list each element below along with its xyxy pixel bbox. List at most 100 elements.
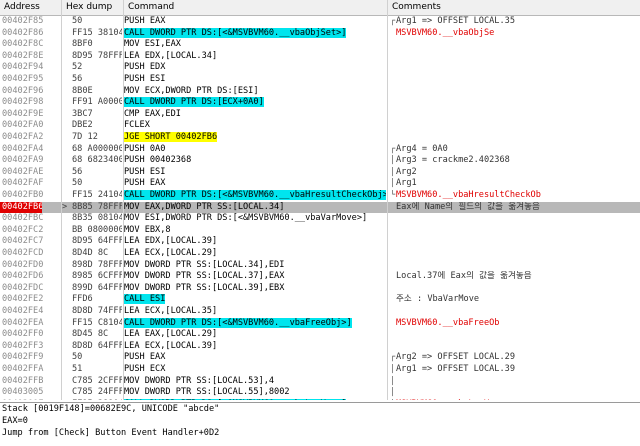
instruction-row[interactable]: 00402FDC 899D 64FFFFFFMOV DWORD PTR SS:[L… xyxy=(0,283,640,295)
hex-dump-cell[interactable]: 898D 78FFFFFF xyxy=(72,260,122,272)
hex-dump-cell[interactable]: FF15 38104000 xyxy=(72,28,122,40)
address-cell[interactable]: 00402FDC xyxy=(2,283,60,295)
instruction-row[interactable]: 00402F94 52 PUSH EDX xyxy=(0,62,640,74)
command-cell[interactable]: LEA EAX,[LOCAL.29] xyxy=(124,329,386,341)
instruction-row[interactable]: 00402F8E 8D95 78FFFFFFLEA EDX,[LOCAL.34] xyxy=(0,51,640,63)
hex-dump-cell[interactable]: C785 24FFFFFF xyxy=(72,387,122,399)
command-cell[interactable]: JGE SHORT 00402FB6 xyxy=(124,132,386,144)
address-cell[interactable]: 00402FFB xyxy=(2,376,60,388)
hex-dump-cell[interactable]: 52 xyxy=(72,62,122,74)
comment-cell[interactable]: MSVBVM60.__vbaObjSe xyxy=(396,28,640,40)
instruction-row[interactable]: 00402FFA 51 PUSH ECX │ Arg1 => OFFSET LOCAL.… xyxy=(0,364,640,376)
comment-cell[interactable]: Arg1 => OFFSET LOCAL.35 xyxy=(396,16,640,28)
address-cell[interactable]: 00402FF3 xyxy=(2,341,60,353)
instruction-row[interactable]: 00402FE2 FFD6 CALL ESI 주소 : VbaVarMove xyxy=(0,294,640,306)
comment-cell[interactable] xyxy=(396,248,640,260)
hex-dump-cell[interactable]: 7D 12 xyxy=(72,132,122,144)
comment-cell[interactable] xyxy=(396,213,640,225)
column-header-command[interactable]: Command xyxy=(124,0,388,15)
comment-cell[interactable] xyxy=(396,51,640,63)
instruction-row[interactable]: 00402F95 56 PUSH ESI xyxy=(0,74,640,86)
address-cell[interactable]: 00402F85 xyxy=(2,16,60,28)
address-cell[interactable]: 00402F8C xyxy=(2,39,60,51)
address-cell[interactable]: 00402FB6 xyxy=(0,201,42,214)
command-cell[interactable]: PUSH 00402368 xyxy=(124,155,386,167)
instruction-row[interactable]: 00402F8C 8BF0 MOV ESI,EAX xyxy=(0,39,640,51)
comment-cell[interactable] xyxy=(396,97,640,109)
comment-cell[interactable] xyxy=(396,260,640,272)
comment-cell[interactable]: MSVBVM60.__vbaHresultCheckOb xyxy=(396,190,640,202)
disassembly-listing[interactable]: 00402F85 50 PUSH EAX ┌ Arg1 => OFFSET LOCAL.… xyxy=(0,16,640,400)
comment-cell[interactable] xyxy=(396,283,640,295)
address-cell[interactable]: 00403005 xyxy=(2,387,60,399)
comment-cell[interactable] xyxy=(396,120,640,132)
instruction-row[interactable]: 00402FAE 56 PUSH ESI │ Arg2 xyxy=(0,167,640,179)
column-header-address[interactable]: Address xyxy=(0,0,62,15)
instruction-row[interactable]: 00402FF3 8D8D 64FFFFFFLEA ECX,[LOCAL.39] xyxy=(0,341,640,353)
hex-dump-cell[interactable]: 51 xyxy=(72,364,122,376)
command-cell[interactable]: MOV DWORD PTR SS:[LOCAL.55],8002 xyxy=(124,387,386,399)
command-cell[interactable]: LEA ECX,[LOCAL.39] xyxy=(124,341,386,353)
hex-dump-cell[interactable]: 50 xyxy=(72,352,122,364)
instruction-row[interactable]: 00402FAF 50 PUSH EAX │ Arg1 xyxy=(0,178,640,190)
address-cell[interactable]: 0040300F xyxy=(2,399,60,400)
command-cell[interactable]: LEA ECX,[LOCAL.29] xyxy=(124,248,386,260)
address-cell[interactable]: 00402FC7 xyxy=(2,236,60,248)
command-cell[interactable]: MOV DWORD PTR SS:[LOCAL.53],4 xyxy=(124,376,386,388)
comment-cell[interactable] xyxy=(396,109,640,121)
hex-dump-cell[interactable]: 899D 64FFFFFF xyxy=(72,283,122,295)
command-cell[interactable]: CALL DWORD PTR DS:[<&MSVBVM60.__vbaFreeO… xyxy=(124,317,386,330)
comment-cell[interactable] xyxy=(396,132,640,144)
instruction-row[interactable]: 0040300F FF15 28104000CALL DWORD PTR DS:[… xyxy=(0,398,640,400)
command-cell[interactable]: CALL DWORD PTR DS:[<&MSVBVM60.__vbaLenVa… xyxy=(124,398,386,400)
address-cell[interactable]: 00402FE2 xyxy=(2,294,60,306)
hex-dump-cell[interactable]: FF91 A0000000 xyxy=(72,97,122,109)
instruction-row[interactable]: 00402F96 8B0E MOV ECX,DWORD PTR DS:[ESI] xyxy=(0,86,640,98)
address-cell[interactable]: 00402F94 xyxy=(2,62,60,74)
address-cell[interactable]: 00402FD6 xyxy=(2,271,60,283)
instruction-row[interactable]: 00402FE4 8D8D 74FFFFFFLEA ECX,[LOCAL.35] xyxy=(0,306,640,318)
hex-dump-cell[interactable]: FF15 C8104000 xyxy=(72,318,122,330)
hex-dump-cell[interactable]: 8B85 78FFFFFF xyxy=(72,202,122,214)
address-cell[interactable]: 00402FA4 xyxy=(2,144,60,156)
comment-cell[interactable]: Arg1 xyxy=(396,178,640,190)
hex-dump-cell[interactable]: 50 xyxy=(72,178,122,190)
instruction-row[interactable]: 00402FCD 8D4D 8C LEA ECX,[LOCAL.29] xyxy=(0,248,640,260)
comment-cell[interactable]: Arg1 => OFFSET LOCAL.39 xyxy=(396,364,640,376)
command-cell[interactable]: LEA EDX,[LOCAL.39] xyxy=(124,236,386,248)
command-cell[interactable]: PUSH ESI xyxy=(124,167,386,179)
address-cell[interactable]: 00402F95 xyxy=(2,74,60,86)
comment-cell[interactable]: MSVBVM60.__vbaFreeOb xyxy=(396,318,640,330)
command-cell[interactable]: FCLEX xyxy=(124,120,386,132)
address-cell[interactable]: 00402F8E xyxy=(2,51,60,63)
command-cell[interactable]: CALL ESI xyxy=(124,294,386,306)
hex-dump-cell[interactable]: 56 xyxy=(72,74,122,86)
command-cell[interactable]: PUSH ECX xyxy=(124,364,386,376)
command-cell[interactable]: PUSH 0A0 xyxy=(124,144,386,156)
comment-cell[interactable] xyxy=(396,341,640,353)
address-cell[interactable]: 00402FF9 xyxy=(2,352,60,364)
instruction-row[interactable]: 00402FC7 8D95 64FFFFFFLEA EDX,[LOCAL.39] xyxy=(0,236,640,248)
hex-dump-cell[interactable]: 68 68234000 xyxy=(72,155,122,167)
comment-cell[interactable] xyxy=(396,225,640,237)
hex-dump-cell[interactable]: DBE2 xyxy=(72,120,122,132)
comment-cell[interactable] xyxy=(396,39,640,51)
command-cell[interactable]: LEA ECX,[LOCAL.35] xyxy=(124,306,386,318)
hex-dump-cell[interactable]: 8985 6CFFFFFF xyxy=(72,271,122,283)
hex-dump-cell[interactable]: BB 08000000 xyxy=(72,225,122,237)
command-cell[interactable]: MOV EBX,8 xyxy=(124,225,386,237)
comment-cell[interactable]: Arg4 = 0A0 xyxy=(396,144,640,156)
comment-cell[interactable]: Arg2 => OFFSET LOCAL.29 xyxy=(396,352,640,364)
instruction-row[interactable]: 00402FD6 8985 6CFFFFFFMOV DWORD PTR SS:[L… xyxy=(0,271,640,283)
instruction-row[interactable]: 00402FA2 7D 12 JGE SHORT 00402FB6 xyxy=(0,132,640,144)
hex-dump-cell[interactable]: 56 xyxy=(72,167,122,179)
comment-cell[interactable] xyxy=(396,306,640,318)
hex-dump-cell[interactable]: 8D95 64FFFFFF xyxy=(72,236,122,248)
comment-cell[interactable]: Arg3 = crackme2.402368 xyxy=(396,155,640,167)
address-cell[interactable]: 00402FA0 xyxy=(2,120,60,132)
hex-dump-cell[interactable]: 8B0E xyxy=(72,86,122,98)
comment-cell[interactable]: Local.37에 Eax의 값을 옮겨놓음 xyxy=(396,271,640,283)
hex-dump-cell[interactable]: C785 2CFFFFFF xyxy=(72,376,122,388)
address-cell[interactable]: 00402FA2 xyxy=(2,132,60,144)
command-cell[interactable]: PUSH EAX xyxy=(124,16,386,28)
